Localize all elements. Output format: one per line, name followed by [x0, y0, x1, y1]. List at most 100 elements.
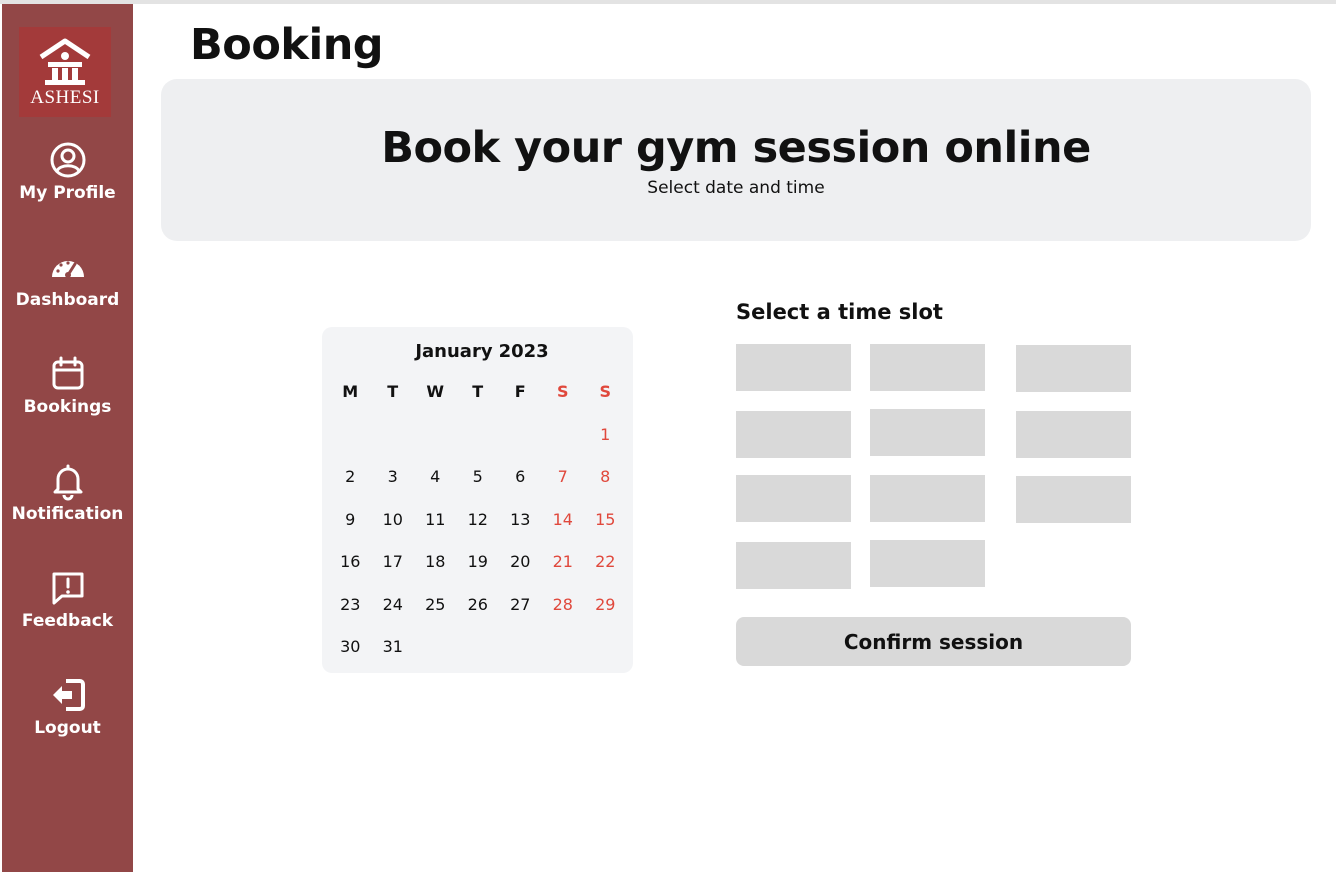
weekday-row: M T W T F S S — [329, 377, 627, 420]
calendar-week-row: 2345678 — [329, 462, 627, 505]
calendar-empty-cell — [329, 420, 372, 463]
calendar-day[interactable]: 11 — [414, 505, 457, 548]
time-slot[interactable] — [1016, 476, 1131, 523]
calendar-day[interactable]: 25 — [414, 590, 457, 633]
nav-label: Feedback — [21, 611, 114, 631]
nav-bookings[interactable]: Bookings — [2, 354, 133, 417]
nav-label: Notification — [11, 504, 124, 524]
feedback-icon — [52, 572, 83, 605]
calendar-weeks: 1 2 3 4 5 6 7 8 9 10 11 12 13 14 15 16 17 18 19 20 21 22 23 24 2… — [329, 420, 627, 675]
hero-title: Book your gym session online — [381, 123, 1091, 173]
nav-logout[interactable]: Logout — [2, 675, 133, 738]
calendar-day[interactable]: 14 — [542, 505, 585, 548]
confirm-session-button[interactable]: Confirm session — [736, 617, 1131, 666]
nav-feedback[interactable]: Feedback — [2, 568, 133, 631]
calendar-day[interactable]: 3 — [372, 462, 415, 505]
weekday-label: W — [426, 382, 445, 401]
user-circle-icon — [50, 142, 85, 178]
nav-label: Dashboard — [15, 290, 120, 310]
calendar-day[interactable]: 7 — [542, 462, 585, 505]
calendar-empty-cell — [542, 420, 585, 463]
calendar-day[interactable]: 18 — [414, 547, 457, 590]
calendar-day[interactable]: 15 — [584, 505, 627, 548]
calendar-empty-cell — [457, 420, 500, 463]
calendar-day[interactable]: 17 — [372, 547, 415, 590]
weekday-label: F — [514, 382, 526, 401]
logo-text: ASHESI — [30, 87, 100, 108]
calendar-week-row: 23 24 25 26 27 28 29 — [329, 590, 627, 633]
calendar-day[interactable]: 19 — [457, 547, 500, 590]
time-slot[interactable] — [870, 475, 985, 522]
sidebar: ASHESI My Profile Dashboard Bookings Not… — [2, 4, 133, 872]
calendar-day[interactable]: 30 — [329, 632, 372, 675]
calendar-day[interactable]: 4 — [414, 462, 457, 505]
hero-banner: Book your gym session online Select date… — [161, 79, 1311, 241]
nav-label: Bookings — [23, 397, 112, 417]
nav-label: My Profile — [19, 183, 116, 203]
weekday-label: T — [472, 382, 484, 401]
calendar-day[interactable]: 12 — [457, 505, 500, 548]
nav-notification[interactable]: Notification — [2, 461, 133, 524]
calendar-day[interactable]: 27 — [499, 590, 542, 633]
calendar-icon — [52, 356, 83, 390]
institution-icon — [39, 38, 91, 85]
calendar-day[interactable]: 1 — [584, 420, 627, 463]
calendar-empty-cell — [414, 420, 457, 463]
time-slot[interactable] — [736, 344, 851, 391]
calendar-day[interactable]: 8 — [584, 462, 627, 505]
calendar-day[interactable]: 6 — [499, 462, 542, 505]
time-slot[interactable] — [1016, 411, 1131, 458]
calendar-day[interactable]: 9 — [329, 505, 372, 548]
top-border — [0, 0, 1336, 4]
weekday-label: S — [599, 382, 612, 401]
nav-label: Logout — [34, 718, 101, 738]
time-slot-heading: Select a time slot — [736, 300, 943, 324]
calendar-empty-cell — [542, 632, 585, 675]
page-title: Booking — [190, 20, 384, 70]
calendar-day[interactable]: 2 — [329, 462, 372, 505]
time-slot[interactable] — [736, 411, 851, 458]
gauge-icon — [51, 261, 84, 278]
calendar-empty-cell — [584, 632, 627, 675]
time-slot[interactable] — [870, 540, 985, 587]
time-slot[interactable] — [1016, 345, 1131, 392]
calendar-empty-cell — [414, 632, 457, 675]
weekday-label: M — [342, 382, 359, 401]
calendar-week-row: 9 10 11 12 13 14 15 — [329, 505, 627, 548]
calendar-empty-cell — [499, 632, 542, 675]
time-slot[interactable] — [736, 542, 851, 589]
calendar-empty-cell — [457, 632, 500, 675]
weekday-label: T — [387, 382, 399, 401]
calendar-day[interactable]: 23 — [329, 590, 372, 633]
calendar-day[interactable]: 24 — [372, 590, 415, 633]
logout-icon — [52, 679, 85, 711]
nav-dashboard[interactable]: Dashboard — [2, 247, 133, 310]
calendar-day[interactable]: 21 — [542, 547, 585, 590]
calendar-day[interactable]: 10 — [372, 505, 415, 548]
calendar-day[interactable]: 26 — [457, 590, 500, 633]
time-slot[interactable] — [870, 344, 985, 391]
calendar-day[interactable]: 22 — [584, 547, 627, 590]
calendar-day[interactable]: 20 — [499, 547, 542, 590]
calendar-month: January — [415, 341, 493, 362]
time-slot[interactable] — [870, 409, 985, 456]
nav-my-profile[interactable]: My Profile — [2, 140, 133, 203]
calendar-header: January 2023 — [322, 341, 642, 362]
calendar-day[interactable]: 28 — [542, 590, 585, 633]
date-picker-calendar: January 2023 M T W T F S S 1 2 3 4 5 6 7 8 9 10 11 1… — [322, 327, 633, 673]
time-slot[interactable] — [736, 475, 851, 522]
calendar-week-row: 16 17 18 19 20 21 22 — [329, 547, 627, 590]
calendar-empty-cell — [372, 420, 415, 463]
hero-subtitle: Select date and time — [647, 178, 825, 198]
calendar-week-row: 1 — [329, 420, 627, 463]
calendar-day[interactable]: 5 — [457, 462, 500, 505]
ashesi-logo[interactable]: ASHESI — [19, 27, 111, 117]
calendar-day[interactable]: 29 — [584, 590, 627, 633]
calendar-empty-cell — [499, 420, 542, 463]
calendar-year: 2023 — [498, 341, 549, 362]
calendar-grid: M T W T F S S 1 2 3 4 5 6 7 8 9 10 11 12 13 14 15 16 17 1… — [329, 377, 627, 675]
calendar-day[interactable]: 16 — [329, 547, 372, 590]
calendar-week-row: 30 31 — [329, 632, 627, 675]
calendar-day[interactable]: 13 — [499, 505, 542, 548]
calendar-day[interactable]: 31 — [372, 632, 415, 675]
